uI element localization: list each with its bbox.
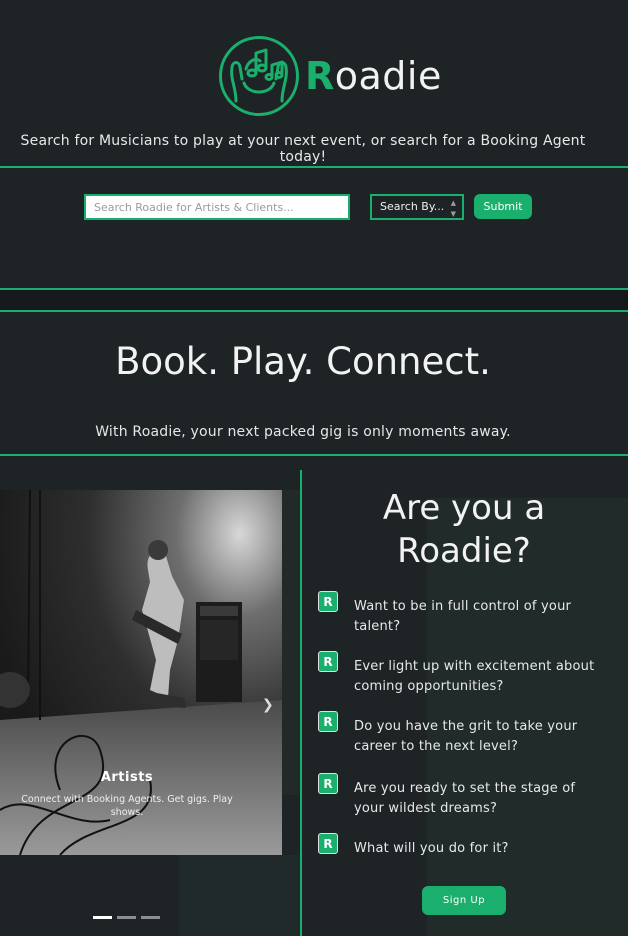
background-panel [179,855,300,936]
carousel-indicator[interactable] [93,916,112,919]
sign-up-button[interactable]: Sign Up [422,886,506,915]
brand-name: Roadie [305,54,442,98]
roadie-badge-icon: R [318,591,338,612]
point-text: Do you have the grit to take your career… [354,719,578,754]
roadie-badge-icon: R [318,651,338,672]
hero-subtitle: With Roadie, your next packed gig is onl… [95,424,511,440]
search-input[interactable] [84,194,350,220]
background-panel [282,490,300,795]
hand-music-notes-icon [219,36,299,116]
point-text: Ever light up with excitement about comi… [354,659,595,694]
roadie-badge-icon: R [318,711,338,732]
search-by-select[interactable]: Search By... ▲ ▼ [370,194,464,220]
brand-rest: oadie [334,54,442,98]
point-text: Are you ready to set the stage of your w… [354,781,576,816]
hero-title: Book. Play. Connect. [115,340,491,383]
logo[interactable]: Roadie [219,36,442,116]
carousel-indicators [93,916,160,919]
roadie-badge-icon: R [318,773,338,794]
carousel-slide-text: Connect with Booking Agents. Get gigs. P… [21,794,233,818]
vertical-divider [300,470,302,936]
brand-initial: R [305,54,335,98]
tagline: Search for Musicians to play at your nex… [20,133,586,165]
search-by-label: Search By... [380,200,445,213]
carousel-indicator[interactable] [141,916,160,919]
submit-button[interactable]: Submit [474,194,532,219]
roadie-question: Are you a Roadie? [382,488,546,571]
carousel-slide-title: Artists [100,770,154,785]
roadie-badge-icon: R [318,833,338,854]
search-band [0,168,628,288]
point-text: What will you do for it? [354,841,509,856]
point-text: Want to be in full control of your talen… [354,599,572,634]
carousel-indicator[interactable] [117,916,136,919]
section-spacer [0,290,628,310]
select-arrows-icon: ▲ ▼ [450,199,456,218]
chevron-right-icon[interactable]: ❯ [262,697,274,713]
